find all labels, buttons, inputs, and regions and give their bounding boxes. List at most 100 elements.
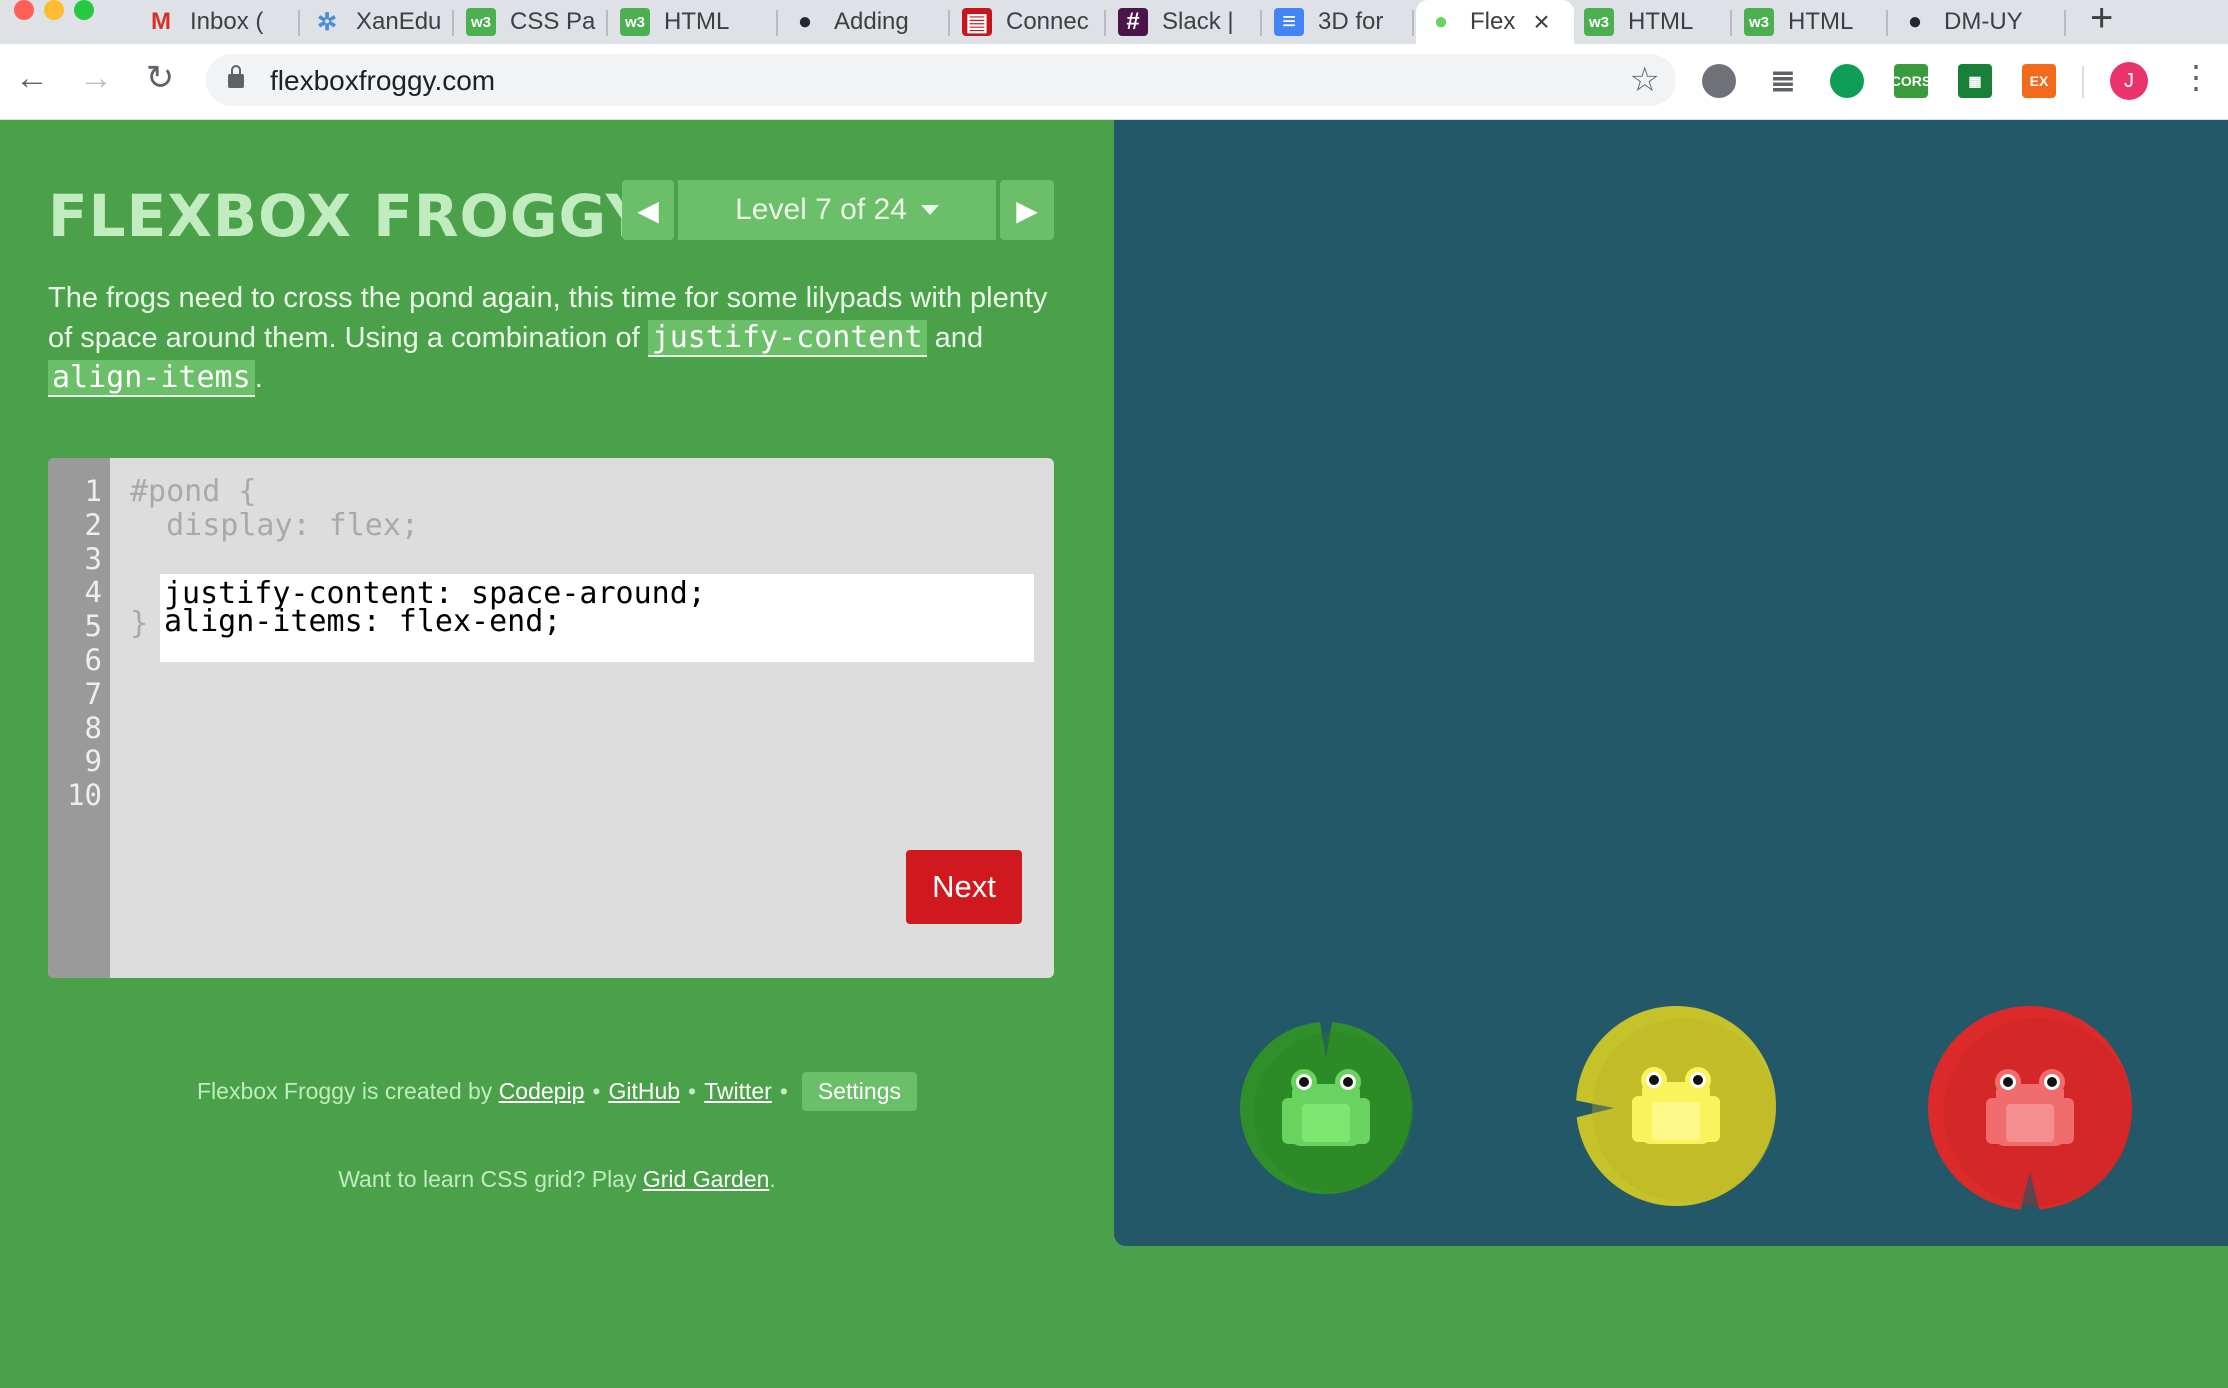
w3schools-icon: w3: [620, 8, 650, 36]
xanedu-icon: ✲: [316, 8, 338, 36]
line-number: 10: [67, 778, 102, 813]
tab-separator: [1886, 10, 1888, 36]
browser-tab[interactable]: ▤ Connec: [952, 0, 1106, 44]
list-icon[interactable]: ≣: [1766, 64, 1800, 98]
github-icon: ●: [797, 8, 813, 35]
w3schools-icon: w3: [466, 8, 496, 36]
code-line-pond-selector: #pond {: [130, 474, 257, 509]
frog-belly: [2006, 1104, 2054, 1142]
level-label: Level 7 of 24: [735, 193, 907, 226]
previous-level-button[interactable]: ◀: [622, 180, 674, 240]
lilypad-yellow: [1574, 1006, 1776, 1206]
sheets-extension-icon[interactable]: ▦: [1958, 64, 1992, 98]
level-dropdown[interactable]: Level 7 of 24: [678, 180, 996, 240]
tab-title: 3D for: [1318, 8, 1384, 35]
game-logo: FLEXBOX FROGGY: [48, 182, 649, 250]
tab-title: CSS Pa: [510, 8, 596, 35]
answer-textarea[interactable]: justify-content: space-around; align-ite…: [160, 574, 1034, 662]
next-level-button[interactable]: ▶: [1000, 180, 1054, 240]
separator-dot: •: [779, 1078, 788, 1104]
separator-dot: •: [592, 1078, 601, 1104]
game-panel: FLEXBOX FROGGY ◀ Level 7 of 24 ▶ The fro…: [0, 120, 1114, 1388]
browser-tab[interactable]: ✲ XanEdu: [302, 0, 454, 44]
tab-title: HTML: [1788, 8, 1854, 35]
browser-tab[interactable]: w3 HTML: [1574, 0, 1732, 44]
camera-icon[interactable]: [1702, 64, 1736, 98]
forward-arrow-icon[interactable]: →: [76, 58, 116, 98]
tab-title: DM-UY: [1944, 8, 2023, 35]
browser-tab[interactable]: M Inbox (: [136, 0, 300, 44]
minimize-window-button[interactable]: [44, 0, 64, 20]
tab-separator: [1412, 10, 1414, 36]
browser-tab[interactable]: w3 HTML: [1734, 0, 1888, 44]
frog-red: [1944, 1018, 2132, 1206]
reload-icon[interactable]: ↻: [140, 58, 180, 98]
css-editor: 1 2 3 4 5 6 7 8 9 10 #pond { display: flex; justi…: [48, 458, 1054, 978]
help-justify-content[interactable]: justify-content: [647, 320, 927, 357]
tab-separator: [776, 10, 778, 36]
browser-tab[interactable]: ● Adding: [780, 0, 950, 44]
tab-title: XanEdu: [356, 8, 442, 35]
line-number-gutter: 1 2 3 4 5 6 7 8 9 10: [48, 458, 110, 978]
credits-text: Flexbox Froggy is created by: [197, 1078, 499, 1104]
answer-line-align[interactable]: align-items: flex-end;: [164, 604, 561, 639]
maximize-window-button[interactable]: [74, 0, 94, 20]
frog-yellow: [1592, 1018, 1776, 1202]
frog-pupil: [2003, 1077, 2013, 1087]
profile-avatar[interactable]: J: [2110, 62, 2148, 100]
grid-garden-link[interactable]: Grid Garden: [643, 1166, 770, 1192]
frog-pupil: [1343, 1077, 1353, 1087]
browser-tab[interactable]: ≡ 3D for: [1264, 0, 1414, 44]
line-number: 8: [84, 710, 102, 745]
browser-tab[interactable]: w3 CSS Pa: [456, 0, 608, 44]
lilypad-red: [1928, 1006, 2132, 1212]
browser-tab[interactable]: w3 HTML: [610, 0, 778, 44]
instructions-text-mid: and: [926, 322, 984, 354]
github-link[interactable]: GitHub: [608, 1078, 680, 1104]
tab-title: HTML: [664, 8, 730, 35]
tab-separator: [948, 10, 950, 36]
address-bar[interactable]: flexboxfroggy.com ☆: [206, 54, 1676, 106]
tab-separator: [298, 10, 300, 36]
hangouts-icon[interactable]: [1830, 64, 1864, 98]
lock-icon: [228, 65, 244, 88]
tab-title: Connec: [1006, 8, 1089, 35]
tab-separator: [1104, 10, 1106, 36]
frog-belly: [1652, 1102, 1700, 1140]
w3schools-icon: w3: [1744, 8, 1774, 36]
browser-tab[interactable]: # Slack |: [1108, 0, 1262, 44]
level-selector: ◀ Level 7 of 24 ▶: [622, 180, 1054, 240]
twitter-link[interactable]: Twitter: [704, 1078, 772, 1104]
frog-pupil: [1299, 1077, 1309, 1087]
close-window-button[interactable]: [14, 0, 34, 20]
google-docs-icon: ≡: [1274, 8, 1304, 36]
line-number: 4: [84, 575, 102, 610]
settings-button[interactable]: Settings: [801, 1072, 917, 1111]
new-tab-button[interactable]: +: [2090, 0, 2113, 41]
slack-icon: #: [1118, 8, 1148, 36]
frog-pupil: [1649, 1075, 1659, 1085]
url-text[interactable]: flexboxfroggy.com: [270, 65, 495, 97]
grid-promo-text: Want to learn CSS grid? Play: [338, 1166, 643, 1192]
back-arrow-icon[interactable]: ←: [12, 58, 52, 98]
tab-separator: [452, 10, 454, 36]
cors-extension-icon[interactable]: CORS: [1891, 64, 1931, 98]
next-button[interactable]: Next: [906, 850, 1022, 924]
close-tab-icon[interactable]: ×: [1533, 6, 1549, 38]
ex-extension-icon[interactable]: EX: [2022, 64, 2056, 98]
frog-pupil: [1693, 1075, 1703, 1085]
more-menu-icon[interactable]: ⋮: [2180, 58, 2212, 96]
w3schools-icon: w3: [1584, 8, 1614, 36]
pond: [1114, 120, 2228, 1246]
bookmark-star-icon[interactable]: ☆: [1630, 60, 1660, 100]
browser-tab[interactable]: ● Flex ×: [1416, 0, 1574, 44]
help-align-items[interactable]: align-items: [48, 360, 255, 397]
grid-promo-end: .: [769, 1166, 776, 1192]
browser-tab[interactable]: ● DM-UY: [1890, 0, 2066, 44]
codepip-link[interactable]: Codepip: [499, 1078, 585, 1104]
triangle-left-icon: ◀: [637, 194, 659, 226]
tab-separator: [606, 10, 608, 36]
instructions-text-end: .: [254, 362, 263, 394]
github-icon: ●: [1907, 8, 1923, 35]
tab-title: Adding: [834, 8, 909, 35]
